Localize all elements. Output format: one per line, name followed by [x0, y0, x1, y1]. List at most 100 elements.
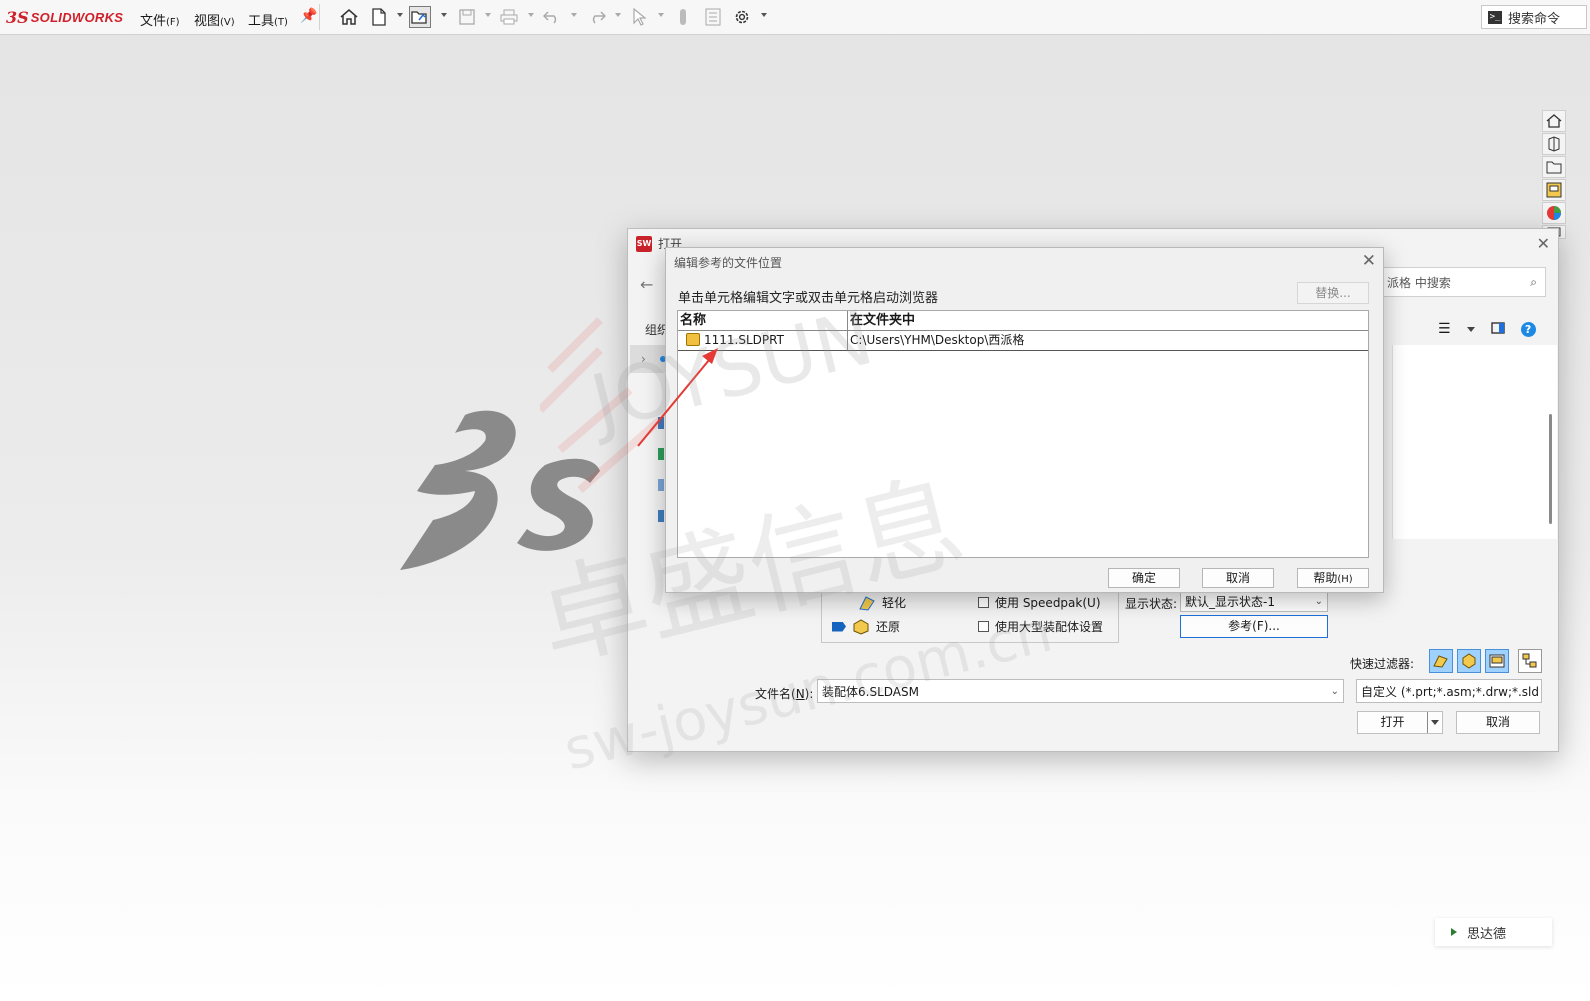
task-pane-file-explorer-icon[interactable] — [1542, 156, 1566, 178]
display-state-value: 默认_显示状态-1 — [1185, 594, 1275, 609]
annotation-arrow — [637, 348, 718, 447]
new-document-icon[interactable] — [368, 6, 390, 28]
save-dropdown-icon[interactable] — [485, 13, 491, 17]
ref-cancel-button[interactable]: 取消 — [1202, 568, 1274, 588]
quick-filter-label: 快速过滤器: — [1350, 657, 1415, 671]
lightweight-icon — [859, 595, 875, 611]
table-row[interactable]: 1111.SLDPRT C:\Users\YHM\Desktop\西派格 — [678, 331, 1368, 351]
filename-label-key: N — [795, 687, 805, 701]
redo-dropdown-icon[interactable] — [615, 13, 621, 17]
column-divider — [1392, 345, 1393, 539]
task-pane-appearances-icon[interactable] — [1542, 202, 1566, 224]
close-icon[interactable]: ✕ — [1362, 251, 1376, 271]
open-options-dropdown-icon[interactable] — [1427, 712, 1442, 733]
folder-search-box[interactable]: 派格 中搜索 ⌕ — [1378, 267, 1546, 297]
menu-tools-key: (T) — [274, 17, 288, 28]
menu-tools[interactable]: 工具(T) — [248, 10, 288, 29]
menu-file[interactable]: 文件(F) — [140, 10, 180, 29]
rebuild-icon[interactable] — [672, 6, 694, 28]
edit-references-dialog: 编辑参考的文件位置 ✕ 单击单元格编辑文字或双击单元格启动浏览器 替换... 名… — [665, 247, 1384, 593]
menu-file-label: 文件 — [140, 14, 167, 29]
print-dropdown-icon[interactable] — [528, 13, 534, 17]
options-gear-icon[interactable] — [731, 6, 753, 28]
search-commands-box[interactable]: >_ 搜索命令 — [1481, 5, 1587, 29]
file-type-value: 自定义 (*.prt;*.asm;*.drw;*.sld — [1361, 684, 1540, 699]
bottom-notification[interactable]: 思达德 — [1435, 918, 1552, 946]
task-pane-resources-icon[interactable] — [1542, 133, 1566, 155]
help-button-key: (H) — [1337, 574, 1353, 585]
display-state-label: 显示状态: — [1125, 597, 1178, 611]
filename-label-text: 文件名( — [755, 687, 796, 701]
save-icon[interactable] — [456, 6, 478, 28]
help-button[interactable]: 帮助(H) — [1297, 568, 1369, 588]
load-options-group: 轻化 还原 使用 Speedpak(U) 使用大型装配体设置 — [821, 587, 1119, 643]
close-icon[interactable]: ✕ — [1537, 234, 1550, 253]
3ds-background-logo — [395, 405, 635, 578]
large-assembly-checkbox-box[interactable] — [978, 621, 989, 632]
lightweight-label: 轻化 — [882, 596, 907, 610]
references-button[interactable]: 参考(F)... — [1180, 615, 1328, 638]
print-icon[interactable] — [498, 6, 520, 28]
large-assembly-checkbox[interactable]: 使用大型装配体设置 — [978, 618, 1103, 635]
filename-input[interactable]: 装配体6.SLDASM ⌄ — [817, 679, 1344, 703]
pin-icon[interactable]: 📌 — [300, 8, 317, 24]
current-mode-arrow-icon — [832, 621, 846, 632]
select-cursor-icon[interactable] — [628, 6, 650, 28]
nav-folder-icon[interactable] — [658, 479, 664, 491]
menu-view[interactable]: 视图(V) — [194, 10, 235, 29]
select-dropdown-icon[interactable] — [658, 13, 664, 17]
resolved-option[interactable]: 还原 — [832, 618, 900, 635]
filename-value: 装配体6.SLDASM — [822, 684, 919, 699]
chevron-down-icon[interactable]: ⌄ — [1331, 686, 1339, 697]
filename-label-end: ): — [804, 687, 814, 701]
ref-dialog-hint: 单击单元格编辑文字或双击单元格启动浏览器 — [678, 291, 939, 306]
chevron-down-icon: ⌄ — [1539, 686, 1541, 697]
back-arrow-icon[interactable]: ← — [640, 275, 653, 294]
options-dropdown-icon[interactable] — [761, 13, 767, 17]
open-dropdown-icon[interactable] — [441, 13, 447, 17]
cancel-button[interactable]: 取消 — [1456, 711, 1540, 734]
display-state-select[interactable]: 默认_显示状态-1 ⌄ — [1180, 590, 1328, 612]
ok-button[interactable]: 确定 — [1108, 568, 1180, 588]
undo-icon[interactable] — [541, 6, 563, 28]
file-list-scrollbar[interactable] — [1549, 414, 1552, 524]
filter-top-level-assemblies-icon[interactable] — [1518, 649, 1542, 673]
replace-button[interactable]: 替换... — [1297, 282, 1369, 304]
column-header-folder[interactable]: 在文件夹中 — [848, 311, 1368, 330]
redo-icon[interactable] — [586, 6, 608, 28]
references-grid-header: 名称 在文件夹中 — [678, 311, 1368, 331]
nav-folder-icon[interactable] — [658, 510, 664, 522]
open-document-icon[interactable] — [409, 6, 431, 28]
task-pane-view-palette-icon[interactable] — [1542, 179, 1566, 201]
filter-assemblies-icon[interactable] — [1457, 649, 1481, 673]
file-properties-icon[interactable] — [702, 6, 724, 28]
home-icon[interactable] — [338, 6, 360, 28]
ds-logo-mark: 3S — [6, 8, 29, 27]
reference-folder-cell[interactable]: C:\Users\YHM\Desktop\西派格 — [848, 331, 1368, 350]
view-dropdown-icon[interactable] — [1466, 326, 1475, 332]
play-icon — [1451, 928, 1457, 936]
file-list-pane[interactable] — [1392, 345, 1557, 539]
filter-parts-icon[interactable] — [1429, 649, 1453, 673]
preview-pane-icon[interactable] — [1490, 321, 1505, 337]
new-dropdown-icon[interactable] — [397, 13, 403, 17]
view-list-icon[interactable]: ☰ — [1438, 321, 1451, 337]
menu-view-key: (V) — [220, 17, 235, 28]
undo-dropdown-icon[interactable] — [571, 13, 577, 17]
help-button-label: 帮助 — [1313, 571, 1338, 585]
search-commands-label: 搜索命令 — [1508, 11, 1561, 27]
help-icon[interactable]: ? — [1520, 321, 1536, 337]
lightweight-option[interactable]: 轻化 — [858, 594, 906, 611]
open-button[interactable]: 打开 — [1357, 711, 1443, 734]
speedpak-label: 使用 Speedpak(U) — [995, 596, 1101, 610]
resolved-label: 还原 — [876, 620, 901, 634]
solidworks-logo[interactable]: 3S SOLIDWORKS — [6, 8, 123, 27]
filter-drawings-icon[interactable] — [1485, 649, 1509, 673]
speedpak-checkbox-box[interactable] — [978, 597, 989, 608]
resolved-icon — [853, 618, 869, 635]
folder-search-placeholder: 派格 中搜索 — [1387, 275, 1451, 290]
task-pane-home-icon[interactable] — [1542, 110, 1566, 132]
column-header-name[interactable]: 名称 — [678, 311, 848, 330]
file-type-select[interactable]: 自定义 (*.prt;*.asm;*.drw;*.sld ⌄ — [1356, 679, 1542, 703]
speedpak-checkbox[interactable]: 使用 Speedpak(U) — [978, 594, 1101, 611]
